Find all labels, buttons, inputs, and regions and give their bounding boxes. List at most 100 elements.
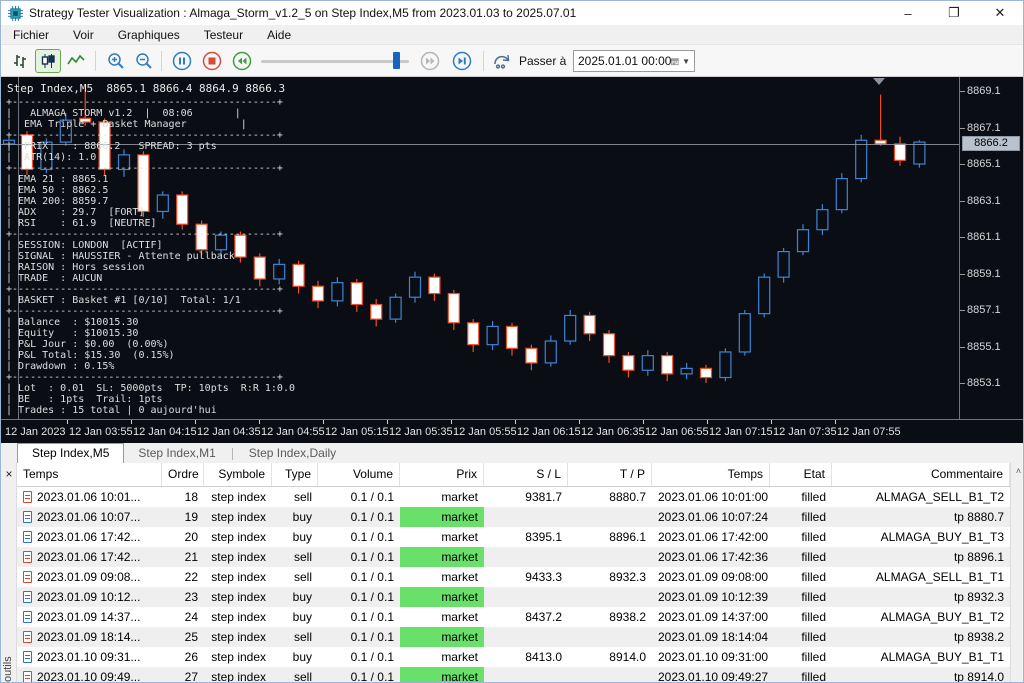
cell-symbole: step index [211, 650, 266, 664]
cell-commentaire: ALMAGA_BUY_B1_T2 [880, 610, 1004, 624]
restore-button[interactable]: ❐ [931, 1, 977, 25]
bar-chart-icon[interactable] [7, 49, 33, 73]
table-row[interactable]: 2023.01.10 09:31... 26 step index buy 0.1 / … [17, 647, 1010, 667]
pause-button[interactable] [169, 49, 195, 73]
skip-to-end-button[interactable] [449, 49, 475, 73]
cell-volume: 0.1 / 0.1 [350, 530, 394, 544]
cell-etat: filled [801, 590, 826, 604]
zoom-out-icon[interactable] [131, 49, 157, 73]
cell-etat: filled [801, 650, 826, 664]
playback-speed-slider[interactable] [261, 60, 409, 63]
goto-date-field[interactable]: 2025.01.01 00:00 ▼ [573, 50, 695, 72]
cell-temps: 2023.01.06 10:07... [17, 507, 162, 527]
table-row[interactable]: 2023.01.10 09:49... 27 step index sell 0.1 /… [17, 667, 1010, 682]
column-header-symbole[interactable]: Symbole [204, 463, 272, 486]
time-tick-mark [707, 420, 708, 424]
time-tick-label: 12 Jan 05:35 [389, 426, 453, 438]
table-header-row: Temps Ordre Symbole Type Volume Prix S / LT / … [17, 463, 1010, 487]
goto-icon [489, 49, 515, 73]
menu-aide[interactable]: Aide [255, 25, 303, 45]
table-row[interactable]: 2023.01.09 09:08... 22 step index sell 0.1 /… [17, 567, 1010, 587]
cell-etat: filled [801, 550, 826, 564]
slider-handle[interactable] [393, 52, 400, 69]
candle [408, 276, 422, 298]
candle [777, 251, 790, 278]
rewind-button[interactable] [229, 49, 255, 73]
line-chart-icon[interactable] [63, 49, 89, 73]
tab-step-index-m5[interactable]: Step Index,M5 [17, 443, 125, 463]
cell-volume: 0.1 / 0.1 [350, 510, 394, 524]
cell-commentaire: tp 8880.7 [953, 510, 1004, 524]
column-header-etat[interactable]: Etat [770, 463, 832, 486]
candle [719, 351, 732, 379]
table-row[interactable]: 2023.01.09 10:12... 23 step index buy 0.1 / … [17, 587, 1010, 607]
price-tick-label: 8869.1 [967, 85, 1001, 97]
cell-commentaire: tp 8938.2 [953, 630, 1004, 644]
candle [583, 314, 596, 335]
candle [311, 285, 325, 302]
scroll-up-arrow-icon[interactable]: ˄ [1011, 463, 1023, 479]
candle [661, 355, 674, 375]
cell-commentaire: tp 8896.1 [953, 550, 1004, 564]
table-scrollbar[interactable]: ˄ [1010, 463, 1023, 682]
candle [758, 276, 771, 315]
time-axis[interactable]: 12 Jan 2023 12 Jan 03:55 12 Jan 04:15 12 Ja… [1, 419, 1023, 443]
minimize-button[interactable]: – [885, 1, 931, 25]
stop-button[interactable] [199, 49, 225, 73]
table-row[interactable]: 2023.01.06 17:42... 20 step index buy 0.1 / … [17, 527, 1010, 547]
cell-etat: filled [801, 630, 826, 644]
table-row[interactable]: 2023.01.09 14:37... 24 step index buy 0.1 / … [17, 607, 1010, 627]
date-dropdown-arrow[interactable]: ▼ [682, 57, 690, 66]
table-row[interactable]: 2023.01.06 10:01... 18 step index sell 0.1 /… [17, 487, 1010, 507]
tab-step-index-daily[interactable]: Step Index,Daily [235, 444, 350, 463]
calendar-icon[interactable] [671, 55, 679, 68]
time-tick-mark [259, 420, 260, 424]
candlestick-chart-icon[interactable] [35, 49, 61, 73]
column-header-prix[interactable]: Prix [400, 463, 484, 486]
menu-testeur[interactable]: Testeur [192, 25, 255, 45]
table-row[interactable]: 2023.01.09 18:14... 25 step index sell 0.1 /… [17, 627, 1010, 647]
cell-temps2: 2023.01.09 09:08:00 [658, 570, 769, 584]
zoom-in-icon[interactable] [103, 49, 129, 73]
cell-etat: filled [801, 530, 826, 544]
cell-temps: 2023.01.09 09:08... [17, 567, 162, 587]
price-tick-mark [960, 310, 965, 311]
menu-voir[interactable]: Voir [61, 25, 106, 45]
candle [855, 139, 868, 180]
cell-temps: 2023.01.09 18:14... [17, 627, 162, 647]
goto-date-value[interactable]: 2025.01.01 00:00 [578, 54, 671, 68]
orders-table-section: × outils Temps Ordre Symbole Type Volume Prix… [1, 463, 1023, 682]
table-row[interactable]: 2023.01.06 17:42... 21 step index sell 0.1 /… [17, 547, 1010, 567]
price-axis[interactable]: 8869.1 8867.1 8865.1 8863.1 8861.1 8859.1 8857… [959, 77, 1023, 419]
column-header-tp[interactable]: T / P [568, 463, 652, 486]
table-row[interactable]: 2023.01.06 10:07... 19 step index buy 0.1 / … [17, 507, 1010, 527]
menu-graphiques[interactable]: Graphiques [106, 25, 192, 45]
cell-symbole: step index [211, 530, 266, 544]
menu-fichier[interactable]: Fichier [1, 25, 61, 45]
cell-prix: market [400, 667, 484, 682]
toolbox-vertical-label[interactable]: outils [2, 622, 16, 682]
cell-temps2: 2023.01.06 17:42:36 [658, 550, 769, 564]
column-header-ordre[interactable]: Ordre [162, 463, 204, 486]
column-header-type[interactable]: Type [272, 463, 318, 486]
sell-order-icon [23, 631, 32, 643]
toolbar: Passer à 2025.01.01 00:00 ▼ [1, 45, 1023, 77]
cell-tp [568, 547, 652, 567]
column-header-commentaire[interactable]: Commentaire [832, 463, 1010, 486]
close-button[interactable]: ✕ [977, 1, 1023, 25]
price-tick-label: 8855.1 [967, 340, 1001, 353]
buy-order-icon [23, 591, 32, 603]
cell-ordre: 18 [184, 490, 198, 504]
price-tick-mark [960, 273, 965, 275]
app-window: Strategy Tester Visualization : Almaga_S… [0, 0, 1024, 683]
time-tick-label: 12 Jan 05:55 [453, 426, 517, 438]
column-header-sl[interactable]: S / L [484, 463, 568, 486]
column-header-temps[interactable]: Temps [17, 463, 162, 486]
tab-step-index-m1[interactable]: Step Index,M1 [124, 444, 229, 463]
toolbox-close-button[interactable]: × [1, 468, 17, 480]
column-header-volume[interactable]: Volume [318, 463, 400, 486]
cell-temps2: 2023.01.09 14:37:00 [658, 610, 769, 624]
column-header-temps2[interactable]: Temps [652, 463, 770, 486]
sell-order-icon [23, 671, 32, 682]
cell-prix: market [400, 507, 484, 527]
